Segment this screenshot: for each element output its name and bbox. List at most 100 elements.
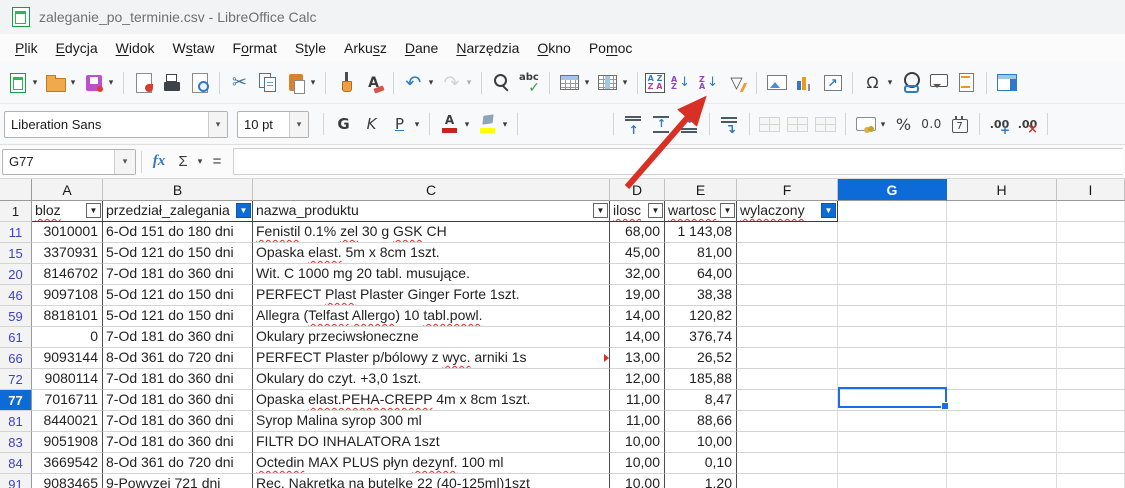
- special-character-dropdown-icon[interactable]: ▾: [885, 77, 895, 88]
- cell-e-61[interactable]: 376,74: [665, 327, 737, 348]
- font-size-combo-dropdown-icon[interactable]: ▾: [289, 111, 308, 137]
- cell-i-59[interactable]: [1057, 306, 1125, 327]
- cell-g-46[interactable]: [838, 285, 947, 306]
- row-header-46[interactable]: 46: [0, 285, 32, 306]
- menu-pomoc[interactable]: Pomoc: [580, 36, 642, 60]
- cell-i-81[interactable]: [1057, 411, 1125, 432]
- rows-dropdown-icon[interactable]: ▾: [582, 77, 592, 88]
- menu-widok[interactable]: Widok: [107, 36, 164, 60]
- cell-b-72[interactable]: 7-Od 181 do 360 dni: [103, 369, 253, 390]
- cell-g-11[interactable]: [838, 222, 947, 243]
- cell-c-81[interactable]: Syrop Malina syrop 300 ml: [253, 411, 610, 432]
- cell-g-81[interactable]: [838, 411, 947, 432]
- cell-h-61[interactable]: [947, 327, 1057, 348]
- font-color-dropdown-icon[interactable]: ▾: [462, 119, 472, 130]
- cell-c-61[interactable]: Okulary przeciwsłoneczne: [253, 327, 610, 348]
- menu-okno[interactable]: Okno: [528, 36, 579, 60]
- cell-g-66[interactable]: [838, 348, 947, 369]
- align-bottom-button[interactable]: [676, 111, 703, 138]
- cell-a-11[interactable]: 3010001: [32, 222, 103, 243]
- font-color-button[interactable]: ▾: [436, 111, 473, 138]
- cell-b-84[interactable]: 8-Od 361 do 720 dni: [103, 453, 253, 474]
- row-header-1[interactable]: 1: [0, 201, 32, 222]
- percent-button[interactable]: %: [890, 111, 917, 138]
- cell-d-72[interactable]: 12,00: [610, 369, 665, 390]
- cell-c-84[interactable]: Octedin MAX PLUS płyn dezynf. 100 ml: [253, 453, 610, 474]
- cell-f-77[interactable]: [737, 390, 838, 411]
- name-box-dropdown-icon[interactable]: ▾: [114, 149, 135, 174]
- open-dropdown-icon[interactable]: ▾: [68, 77, 78, 88]
- clear-formatting-button[interactable]: [360, 69, 387, 96]
- cell-c-91[interactable]: Rec. Nakrętka na butelkę 22 (40-125ml)1s…: [253, 474, 610, 488]
- insert-image-button[interactable]: [763, 69, 790, 96]
- cell-f-11[interactable]: [737, 222, 838, 243]
- cell-a-83[interactable]: 9051908: [32, 432, 103, 453]
- cell-b-91[interactable]: 9-Powyzej 721 dni: [103, 474, 253, 488]
- column-header-i[interactable]: I: [1057, 179, 1125, 201]
- cell-e-83[interactable]: 10,00: [665, 432, 737, 453]
- cell-h-20[interactable]: [947, 264, 1057, 285]
- paste-button[interactable]: ▾: [282, 69, 319, 96]
- print-preview-button[interactable]: [186, 69, 213, 96]
- cell-i-46[interactable]: [1057, 285, 1125, 306]
- cell-i-61[interactable]: [1057, 327, 1125, 348]
- menu-wstaw[interactable]: Wstaw: [164, 36, 224, 60]
- cell-c-59[interactable]: Allegra (Telfast Allergo) 10 tabl.powl.: [253, 306, 610, 327]
- wrap-text-button[interactable]: [716, 111, 743, 138]
- cut-button[interactable]: [226, 69, 253, 96]
- sort-ascending-button[interactable]: [667, 69, 694, 96]
- new-document-button[interactable]: ▾: [4, 69, 41, 96]
- cell-f-91[interactable]: [737, 474, 838, 488]
- underline-dropdown-icon[interactable]: ▾: [412, 119, 422, 130]
- row-header-66[interactable]: 66: [0, 348, 32, 369]
- spelling-button[interactable]: [516, 69, 543, 96]
- new-document-dropdown-icon[interactable]: ▾: [30, 77, 40, 88]
- find-replace-button[interactable]: [488, 69, 515, 96]
- row-header-91[interactable]: 91: [0, 474, 32, 488]
- cell-g-77[interactable]: [838, 390, 947, 411]
- font-size-combo[interactable]: 10 pt ▾: [237, 110, 309, 138]
- cell-a-61[interactable]: 0: [32, 327, 103, 348]
- cell-i-11[interactable]: [1057, 222, 1125, 243]
- cell-a-84[interactable]: 3669542: [32, 453, 103, 474]
- save-dropdown-icon[interactable]: ▾: [106, 77, 116, 88]
- menu-narzędzia[interactable]: Narzędzia: [447, 36, 528, 60]
- menu-plik[interactable]: Plik: [6, 36, 47, 60]
- cell-b-20[interactable]: 7-Od 181 do 360 dni: [103, 264, 253, 285]
- cell-b-66[interactable]: 8-Od 361 do 720 dni: [103, 348, 253, 369]
- cell-g-61[interactable]: [838, 327, 947, 348]
- cell-g-83[interactable]: [838, 432, 947, 453]
- special-character-button[interactable]: Ω ▾: [859, 69, 896, 96]
- cell-d-11[interactable]: 68,00: [610, 222, 665, 243]
- cell-a-46[interactable]: 9097108: [32, 285, 103, 306]
- row-header-77[interactable]: 77: [0, 390, 32, 411]
- cell-e-11[interactable]: 1 143,08: [665, 222, 737, 243]
- menu-style[interactable]: Style: [286, 36, 335, 60]
- cell-h-66[interactable]: [947, 348, 1057, 369]
- cell-d-84[interactable]: 10,00: [610, 453, 665, 474]
- cell-a-20[interactable]: 8146702: [32, 264, 103, 285]
- cell-f-81[interactable]: [737, 411, 838, 432]
- row-header-15[interactable]: 15: [0, 243, 32, 264]
- row-header-84[interactable]: 84: [0, 453, 32, 474]
- cell-b-46[interactable]: 5-Od 121 do 150 dni: [103, 285, 253, 306]
- cell-g-91[interactable]: [838, 474, 947, 488]
- cell-b-11[interactable]: 6-Od 151 do 180 dni: [103, 222, 253, 243]
- cell-c-1[interactable]: nazwa_produktu ▼: [253, 201, 610, 222]
- cell-h-81[interactable]: [947, 411, 1057, 432]
- cell-e-46[interactable]: 38,38: [665, 285, 737, 306]
- cell-d-81[interactable]: 11,00: [610, 411, 665, 432]
- cell-f-83[interactable]: [737, 432, 838, 453]
- function-wizard-button[interactable]: fx: [147, 149, 171, 174]
- cell-h-15[interactable]: [947, 243, 1057, 264]
- sidebar-button[interactable]: [993, 69, 1020, 96]
- cell-a-91[interactable]: 9083465: [32, 474, 103, 488]
- cell-h-91[interactable]: [947, 474, 1057, 488]
- column-header-g[interactable]: G: [838, 179, 947, 201]
- cell-i-1[interactable]: [1057, 201, 1125, 222]
- cell-d-59[interactable]: 14,00: [610, 306, 665, 327]
- autofilter-button[interactable]: [723, 69, 750, 96]
- column-header-f[interactable]: F: [737, 179, 838, 201]
- cell-g-72[interactable]: [838, 369, 947, 390]
- menu-dane[interactable]: Dane: [396, 36, 447, 60]
